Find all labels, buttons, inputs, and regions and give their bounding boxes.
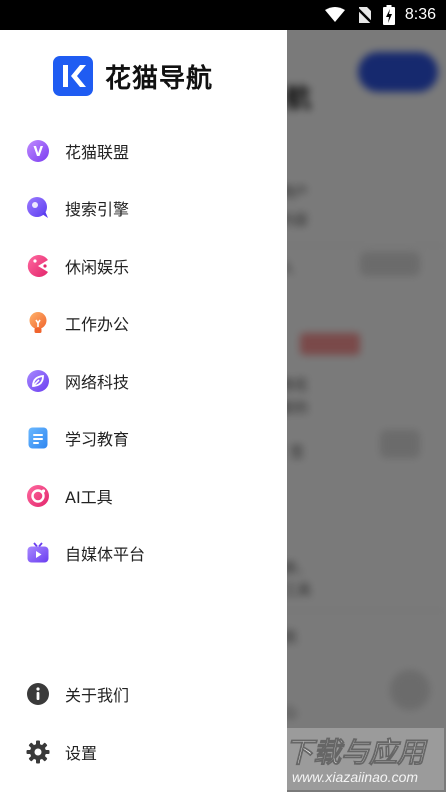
menu-item-label: 设置 <box>65 744 98 763</box>
menu-item-label: 学习教育 <box>65 430 130 449</box>
app-logo-icon <box>53 56 93 96</box>
menu-item-office[interactable]: 工作办公 <box>26 308 129 338</box>
gear-icon <box>26 740 50 764</box>
battery-charging-icon <box>382 5 395 25</box>
menu-item-huamao-alliance[interactable]: 花猫联盟 <box>26 136 129 166</box>
menu-item-search-engines[interactable]: 搜索引擎 <box>26 193 129 223</box>
menu-item-label: 网络科技 <box>65 373 130 392</box>
clock: 8:36 <box>404 6 436 23</box>
menu-item-about-us[interactable]: 关于我们 <box>26 679 129 709</box>
leaf-icon <box>27 370 49 392</box>
menu-item-self-media[interactable]: 自媒体平台 <box>26 538 145 568</box>
document-icon <box>28 427 48 449</box>
menu-item-label: 自媒体平台 <box>65 545 146 564</box>
tv-icon <box>27 542 49 563</box>
menu-item-leisure[interactable]: 休闲娱乐 <box>26 251 129 281</box>
menu-item-education[interactable]: 学习教育 <box>26 423 129 453</box>
menu-item-label: 工作办公 <box>65 315 130 334</box>
v-badge-icon <box>27 140 49 162</box>
menu-item-label: 搜索引擎 <box>65 200 130 219</box>
pacman-icon <box>27 255 48 277</box>
menu-item-label: 花猫联盟 <box>65 143 130 162</box>
watermark-url: www.xiazaiinao.com <box>292 769 418 785</box>
search-bubble-icon <box>27 197 48 218</box>
info-icon <box>27 683 49 705</box>
lightbulb-icon <box>29 312 47 333</box>
watermark-title: 下载与应用 <box>285 736 428 769</box>
menu-item-label: AI工具 <box>65 488 113 507</box>
status-bar: 8:36 <box>0 0 446 30</box>
watermark: 下载与应用 www.xiazaiinao.com <box>266 728 444 790</box>
brand-header: 花猫导航 <box>53 56 213 96</box>
app-name: 花猫导航 <box>105 63 214 94</box>
navigation-drawer: 花猫导航 花猫联盟 搜索引擎 休闲娱乐 工作办公 网络科技 学习教育 AI工具 … <box>0 30 287 792</box>
menu-item-label: 关于我们 <box>65 686 130 705</box>
menu-item-settings[interactable]: 设置 <box>26 737 97 767</box>
menu-item-ai-tools[interactable]: AI工具 <box>26 481 113 511</box>
menu-item-label: 休闲娱乐 <box>65 258 130 277</box>
no-sim-icon <box>354 6 373 24</box>
wifi-icon <box>324 7 345 22</box>
menu-item-internet-tech[interactable]: 网络科技 <box>26 366 129 396</box>
ring-icon <box>27 485 49 507</box>
